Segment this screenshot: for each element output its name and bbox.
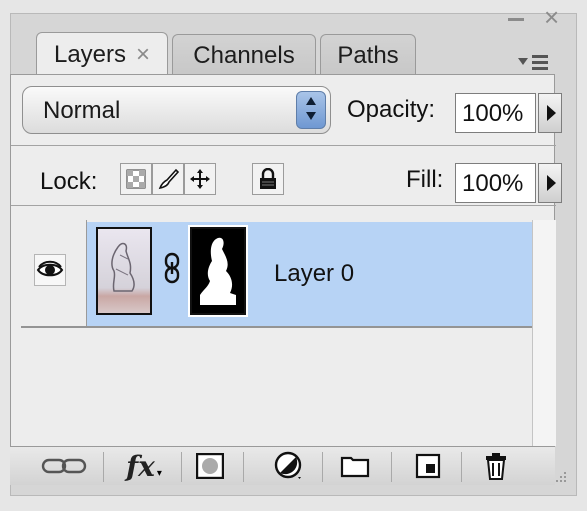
menu-line-icon — [532, 61, 548, 64]
new-group-icon — [340, 456, 370, 478]
lock-transparent-icon[interactable] — [120, 163, 152, 195]
new-layer-button[interactable] — [408, 450, 448, 482]
divider — [11, 145, 556, 146]
eye-icon — [36, 260, 64, 277]
menu-line-icon — [532, 67, 548, 70]
chevron-down-icon: ▾ — [156, 467, 162, 479]
blend-mode-select[interactable]: Normal — [22, 86, 331, 134]
layer-mask-thumbnail[interactable] — [188, 225, 248, 317]
layer-thumbnail[interactable] — [96, 227, 152, 315]
adjustment-layer-button[interactable] — [264, 450, 314, 482]
panel-menu-button[interactable] — [518, 52, 550, 74]
lock-label: Lock: — [40, 168, 98, 195]
fill-label: Fill: — [406, 166, 444, 193]
tab-channels[interactable]: Channels — [172, 34, 316, 76]
lock-all-icon[interactable] — [252, 163, 284, 195]
scrollbar[interactable] — [532, 220, 556, 446]
tab-close-icon[interactable]: × — [136, 41, 150, 69]
fx-button[interactable]: fx ▾ — [114, 449, 174, 483]
opacity-input[interactable]: 100% — [455, 93, 536, 133]
new-group-button[interactable] — [335, 450, 375, 482]
divider — [181, 452, 182, 482]
fx-icon: fx — [126, 449, 155, 483]
divider — [86, 220, 87, 326]
delete-layer-button[interactable] — [476, 450, 516, 482]
fill-input[interactable]: 100% — [455, 163, 536, 203]
new-layer-icon — [415, 453, 441, 479]
layer-name: Layer 0 — [274, 260, 355, 287]
chevron-down-icon — [518, 58, 528, 65]
add-mask-button[interactable] — [190, 450, 230, 482]
divider — [103, 452, 104, 482]
resize-grip-icon[interactable] — [548, 470, 568, 486]
adjustment-layer-icon — [274, 451, 302, 479]
close-panel-icon[interactable]: × — [544, 4, 559, 30]
tab-paths-label: Paths — [337, 41, 399, 69]
tab-paths[interactable]: Paths — [320, 34, 416, 76]
arrow-right-icon — [547, 175, 556, 191]
divider — [391, 452, 392, 482]
blend-mode-value: Normal — [43, 97, 121, 124]
arrow-right-icon — [547, 105, 556, 121]
divider — [21, 326, 532, 328]
link-layers-button[interactable] — [34, 450, 94, 482]
minimize-icon[interactable] — [508, 18, 524, 21]
add-mask-icon — [196, 453, 224, 479]
lock-position-icon[interactable] — [184, 163, 216, 195]
divider — [11, 205, 556, 206]
divider — [243, 452, 244, 482]
stepper-icon — [296, 91, 326, 129]
menu-line-icon — [532, 55, 548, 58]
tab-channels-label: Channels — [193, 41, 295, 69]
opacity-slider-button[interactable] — [538, 93, 562, 133]
divider — [461, 452, 462, 482]
link-layers-icon — [41, 458, 87, 474]
tab-layers-label: Layers — [53, 40, 127, 68]
divider — [322, 452, 323, 482]
opacity-label: Opacity: — [347, 96, 436, 123]
fill-slider-button[interactable] — [538, 163, 562, 203]
tab-layers[interactable]: Layers × — [36, 32, 168, 76]
lock-image-icon[interactable] — [152, 163, 184, 195]
delete-layer-icon — [486, 453, 506, 480]
layer-visibility-toggle[interactable] — [34, 254, 66, 286]
mask-link-icon[interactable] — [163, 252, 181, 284]
